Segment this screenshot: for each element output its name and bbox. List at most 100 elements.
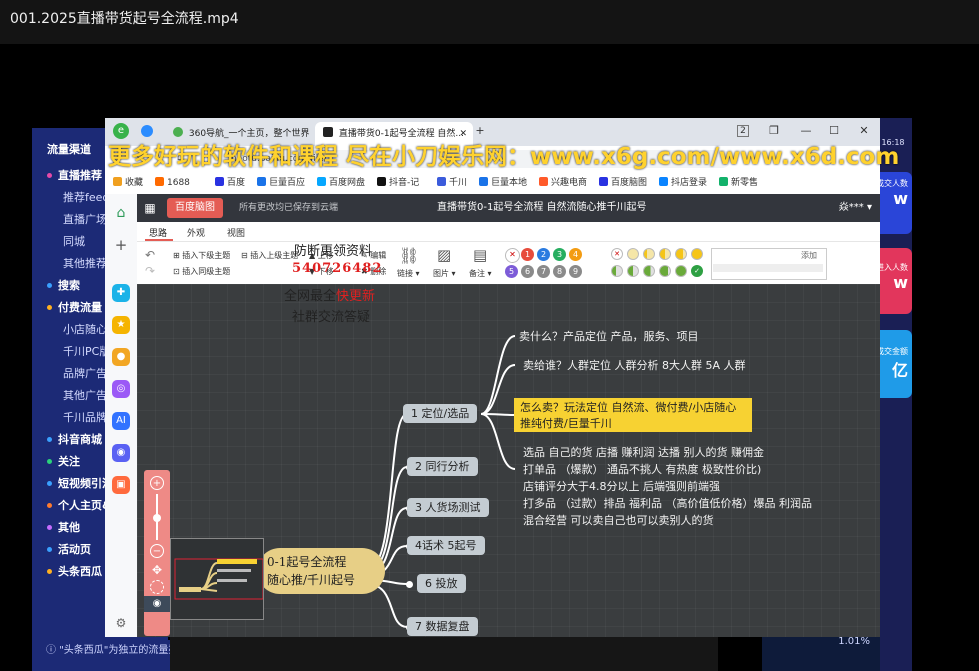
bookmark-icon [599,177,608,186]
bookmark-item[interactable]: 兴趣电商 [539,172,587,194]
insert-parent-button[interactable]: ⊟ 插入上级主题 [241,250,298,261]
brand-button[interactable]: 百度脑图 [167,198,223,218]
leaf-product-selection-4[interactable]: 打多品 （过款）排品 福利品 （高价值低价格）爆品 利润品 [523,495,812,511]
progress-7-icon[interactable] [643,265,655,277]
progress-5-icon[interactable] [611,265,623,277]
tab-count-badge[interactable]: 2 [737,125,749,137]
leaf-product-selection-5[interactable]: 混合经营 可以卖自己也可以卖别人的货 [523,512,714,528]
chat-sidebar-icon[interactable]: ● [112,348,130,366]
progress-0-icon[interactable] [627,248,639,260]
minimap[interactable] [170,538,264,620]
note-icon[interactable]: ▤ [473,246,487,264]
bookmark-icon [317,177,326,186]
priority-9-icon[interactable]: 9 [569,265,582,278]
priority-5-icon[interactable]: 5 [505,265,518,278]
game-sidebar-icon[interactable]: ▣ [112,476,130,494]
tag-scrollbar[interactable] [713,264,823,272]
leaf-who-to-sell[interactable]: 卖给谁？人群定位 人群分析 8大人群 5A 人群 [523,357,746,373]
app-sidebar-icon[interactable]: ✚ [112,284,130,302]
priority-1-icon[interactable]: 1 [521,248,534,261]
topic-positioning[interactable]: 1 定位/选品 [403,404,478,423]
priority-4-icon[interactable]: 4 [569,248,582,261]
priority-8-icon[interactable]: 8 [553,265,566,278]
add-sidebar-icon[interactable]: + [112,236,130,254]
progress-2-icon[interactable] [659,248,671,260]
tab-appearance[interactable]: 外观 [187,226,205,239]
zoom-out-icon[interactable]: − [150,544,164,558]
leaf-product-selection-3[interactable]: 店铺评分大于4.8分以上 后端强则前端强 [523,478,720,494]
priority-6-icon[interactable]: 6 [521,265,534,278]
bookmark-item[interactable]: 抖店登录 [659,172,707,194]
ai-sidebar-icon[interactable]: AI [112,412,130,430]
progress-8-icon[interactable] [659,265,671,277]
bookmark-icon [659,177,668,186]
progress-3-icon[interactable] [675,248,687,260]
watermark-line-3a: 全网最全 [284,289,337,304]
bookmark-label: 兴趣电商 [551,178,588,188]
progress-9-icon[interactable] [675,265,687,277]
insert-child-button[interactable]: ⊞ 插入下级主题 [173,250,230,261]
bookmark-item[interactable]: 百度脑图 [599,172,647,194]
bookmark-item[interactable]: 巨量本地 [479,172,527,194]
navigator-toggle[interactable]: ◉ [144,596,170,612]
assistant-sidebar-icon[interactable]: ◉ [112,444,130,462]
redo-icon[interactable]: ↷ [145,264,155,278]
zoom-slider-handle[interactable] [153,514,161,522]
insert-sibling-button[interactable]: ⊡ 插入同级主题 [173,266,230,277]
settings-icon[interactable]: ⚙ [112,614,130,632]
bookmark-item[interactable]: 百度 [215,172,245,194]
priority-clear-icon[interactable]: ✕ [505,248,520,263]
ai-writing-icon[interactable]: ◎ [112,380,130,398]
bookmark-item[interactable]: 1688 [155,172,190,194]
root-topic[interactable]: 0-1起号全流程 随心推/千川起号 [257,548,385,594]
user-menu[interactable]: 焱*** ▾ [839,194,872,222]
priority-2-icon[interactable]: 2 [537,248,550,261]
bg-card-1-label: 成交人数 [876,179,908,188]
topic-competitor[interactable]: 2 同行分析 [407,457,478,476]
link-icon[interactable]: ⛓ [399,246,419,265]
leaf-product-selection-1[interactable]: 选品 自己的货 店播 赚利润 达播 别人的货 赚佣金 [523,444,764,460]
link-button[interactable]: 链接 ▾ [397,268,420,279]
collapse-dot[interactable] [406,581,413,588]
bookmark-item[interactable]: 巨量百应 [257,172,305,194]
note-button[interactable]: 备注 ▾ [469,268,492,279]
zoom-controls: + − ✥ ◉ [144,470,170,636]
grid-menu-icon[interactable]: ▦ [141,199,159,217]
bookmark-label: 1688 [167,178,190,188]
star-sidebar-icon[interactable]: ★ [112,316,130,334]
progress-6-icon[interactable] [627,265,639,277]
leaf-how-to-sell[interactable]: 怎么卖？玩法定位 自然流、微付费/小店随心推纯付费/巨量千川 [514,398,752,432]
tag-add-button[interactable]: 添加 [801,250,817,261]
bg-nav-dot [47,173,52,178]
bookmark-icon [539,177,548,186]
send-icon[interactable] [141,125,153,137]
bg-card-2-label: 进入人数 [876,263,908,272]
progress-clear-icon[interactable]: ✕ [611,248,623,260]
priority-7-icon[interactable]: 7 [537,265,550,278]
topic-ads[interactable]: 6 投放 [417,574,466,593]
topic-review[interactable]: 7 数据复盘 [407,617,478,636]
undo-icon[interactable]: ↶ [145,248,155,262]
progress-4-icon[interactable] [691,248,703,260]
leaf-what-to-sell[interactable]: 卖什么？产品定位 产品，服务、项目 [519,328,699,344]
topic-test[interactable]: 3 人货场测试 [407,498,489,517]
bg-card-3-label: 成交金额 [876,347,908,356]
topic-script[interactable]: 4话术 5起号 [407,536,485,555]
drag-hand-icon[interactable]: ✥ [150,564,164,578]
priority-3-icon[interactable]: 3 [553,248,566,261]
bookmark-item[interactable]: 百度网盘 [317,172,365,194]
image-button[interactable]: 图片 ▾ [433,268,456,279]
image-icon[interactable]: ▨ [437,246,451,264]
leaf-product-selection-2[interactable]: 打单品 （爆款） 通品不挑人 有热度 极致性价比) [523,461,761,477]
progress-1-icon[interactable] [643,248,655,260]
tab-view[interactable]: 视图 [227,226,245,239]
bookmark-item[interactable]: 新零售 [719,172,758,194]
bookmark-item[interactable]: 收藏 [113,172,143,194]
progress-done-icon[interactable]: ✓ [691,265,703,277]
home-sidebar-icon[interactable]: ⌂ [112,204,130,222]
bookmark-item[interactable]: 抖音-记 [377,172,419,194]
bookmark-item[interactable]: 千川 [437,172,467,194]
tab-idea[interactable]: 思路 [149,226,167,239]
locate-icon[interactable] [150,580,164,594]
zoom-in-icon[interactable]: + [150,476,164,490]
